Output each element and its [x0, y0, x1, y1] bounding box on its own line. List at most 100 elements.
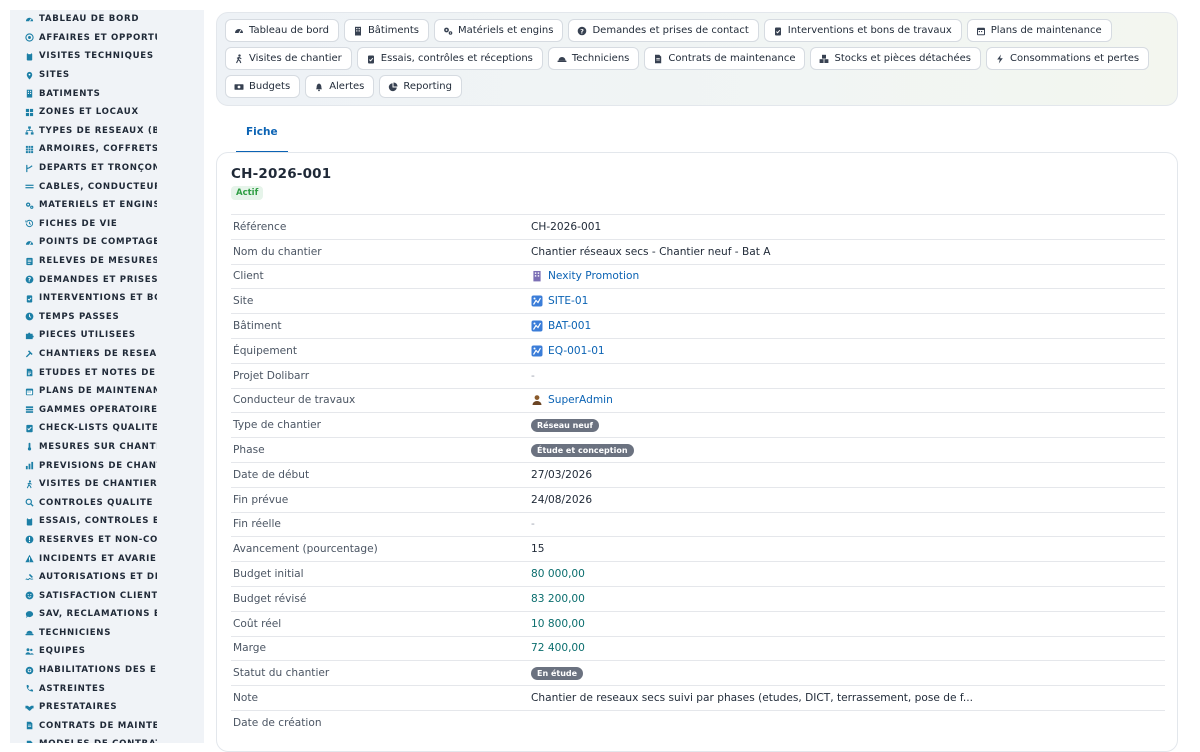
sidebar-item-label: ASTREINTES	[39, 683, 106, 694]
sidebar-item-label: ÉQUIPES	[39, 646, 86, 657]
field-value-cell: -	[531, 518, 1165, 530]
sidebar-item-visites-de-chantier[interactable]: VISITES DE CHANTIER	[10, 475, 204, 494]
hardhat-icon	[24, 628, 34, 638]
sidebar-item-chantiers-de-r-seaux-secs[interactable]: CHANTIERS DE RÉSEAUX SECS	[10, 345, 204, 364]
sidebar-item-pi-ces-utilis-es[interactable]: PIÈCES UTILISÉES	[10, 326, 204, 345]
object-icon	[531, 345, 543, 357]
nav-button-alertes[interactable]: Alertes	[305, 75, 375, 98]
sidebar-item-label: SATISFACTION CLIENT	[39, 590, 157, 601]
nav-button-consommations-et-pertes[interactable]: Consommations et pertes	[986, 47, 1150, 70]
nav-button-demandes-et-prises-de-contact[interactable]: ? Demandes et prises de contact	[568, 19, 759, 42]
sidebar-item-label: TABLEAU DE BORD	[39, 14, 140, 25]
field-value-cell: 24/08/2026	[531, 494, 1165, 506]
sidebar-item-label: INTERVENTIONS ET BONS DE TRAVAUX	[39, 293, 157, 304]
field-label: Budget révisé	[233, 592, 307, 605]
sidebar-item-gammes-op-ratoires[interactable]: GAMMES OPÉRATOIRES	[10, 400, 204, 419]
nav-button-label: Alertes	[329, 81, 365, 92]
sidebar-item-label: POINTS DE COMPTAGE ET MESURE	[39, 237, 157, 248]
field-label: Avancement (pourcentage)	[233, 543, 378, 556]
nav-button-tableau-de-bord[interactable]: Tableau de bord	[225, 19, 339, 42]
nav-button-contrats-de-maintenance[interactable]: Contrats de maintenance	[644, 47, 806, 70]
nav-button-visites-de-chantier[interactable]: Visites de chantier	[225, 47, 352, 70]
field-link[interactable]: SuperAdmin	[548, 394, 613, 406]
sidebar-item-label: HABILITATIONS DES ÉQUIPES	[39, 665, 157, 676]
nav-button-plans-de-maintenance[interactable]: Plans de maintenance	[966, 19, 1112, 42]
nav-button-essais-contr-les-et-r-ceptions[interactable]: Essais, contrôles et réceptions	[356, 47, 543, 70]
sidebar-item-fiches-de-vie[interactable]: FICHES DE VIE	[10, 215, 204, 234]
sidebar-item-check-lists-qualit[interactable]: CHECK-LISTS QUALITÉ	[10, 419, 204, 438]
sidebar-item-d-parts-et-tron-ons[interactable]: DÉPARTS ET TRONÇONS	[10, 159, 204, 178]
field-row: Bâtiment BAT-001	[231, 313, 1165, 338]
field-value-cell: -	[531, 370, 1165, 382]
field-link[interactable]: SITE-01	[548, 295, 588, 307]
nav-button-reporting[interactable]: Reporting	[379, 75, 462, 98]
question-icon: ?	[24, 275, 34, 285]
sidebar-item-tableau-de-bord[interactable]: TABLEAU DE BORD	[10, 10, 204, 29]
sidebar-item-plans-de-maintenance[interactable]: PLANS DE MAINTENANCE	[10, 382, 204, 401]
sidebar-item-incidents-et-avaries[interactable]: INCIDENTS ET AVARIES	[10, 549, 204, 568]
sidebar-item-contrats-de-maintenance[interactable]: CONTRATS DE MAINTENANCE	[10, 717, 204, 736]
history-icon	[24, 219, 34, 229]
sidebar-item-label: VISITES DE CHANTIER	[39, 479, 157, 490]
tab-fiche[interactable]: Fiche	[236, 118, 288, 153]
sidebar-item-affaires-et-opportunit-s[interactable]: AFFAIRES ET OPPORTUNITÉS	[10, 29, 204, 48]
sidebar-item-habilitations-des-quipes[interactable]: HABILITATIONS DES ÉQUIPES	[10, 661, 204, 680]
field-link[interactable]: BAT-001	[548, 320, 591, 332]
warning-icon	[24, 554, 34, 564]
sidebar-item-techniciens[interactable]: TECHNICIENS	[10, 624, 204, 643]
sidebar-item-zones-et-locaux[interactable]: ZONES ET LOCAUX	[10, 103, 204, 122]
field-label: Référence	[233, 220, 287, 233]
field-value-cell: 15	[531, 543, 1165, 555]
field-label: Fin prévue	[233, 493, 289, 506]
sidebar-item-label: GAMMES OPÉRATOIRES	[39, 404, 157, 415]
sidebar-item-label: SITES	[39, 70, 70, 81]
smile-icon	[24, 591, 34, 601]
sidebar-item-mod-les-de-contrats[interactable]: MODÈLES DE CONTRATS	[10, 735, 204, 743]
sidebar-item-prestataires[interactable]: PRESTATAIRES	[10, 698, 204, 717]
sidebar-item-types-de-r-seaux-bt-hta[interactable]: TYPES DE RÉSEAUX (BT / HTA)	[10, 122, 204, 141]
nav-button-interventions-et-bons-de-travaux[interactable]: Interventions et bons de travaux	[763, 19, 962, 42]
field-link[interactable]: Nexity Promotion	[548, 270, 639, 282]
sidebar-item-mesures-sur-chantier[interactable]: MESURES SUR CHANTIER	[10, 438, 204, 457]
sidebar-item-b-timents[interactable]: BÂTIMENTS	[10, 84, 204, 103]
sidebar-item-c-bles-conducteurs[interactable]: CÂBLES, CONDUCTEURS	[10, 177, 204, 196]
nav-button-label: Tableau de bord	[249, 25, 329, 36]
sidebar-item-armoires-coffrets-et-tableaux[interactable]: ARMOIRES, COFFRETS ET TABLEAUX	[10, 140, 204, 159]
nav-button-techniciens[interactable]: Techniciens	[547, 47, 640, 70]
field-link[interactable]: EQ-001-01	[548, 345, 605, 357]
sidebar-item-satisfaction-client[interactable]: SATISFACTION CLIENT	[10, 586, 204, 605]
list-icon	[24, 256, 34, 266]
sidebar-item-sites[interactable]: SITES	[10, 66, 204, 85]
sidebar-item-sav-r-clamations-et-garanties[interactable]: SAV, RÉCLAMATIONS ET GARANTIES	[10, 605, 204, 624]
top-navigation: Tableau de bord Bâtiments Matériels et eng…	[216, 12, 1178, 106]
sidebar-item-pr-visions-de-chantier[interactable]: PRÉVISIONS DE CHANTIER	[10, 456, 204, 475]
sidebar-item-r-serves-et-non-conformit-s[interactable]: RÉSERVES ET NON-CONFORMITÉS	[10, 531, 204, 550]
sidebar-item-points-de-comptage-et-mesure[interactable]: POINTS DE COMPTAGE ET MESURE	[10, 233, 204, 252]
nav-button-b-timents[interactable]: Bâtiments	[343, 19, 429, 42]
sidebar-item-contr-les-qualit[interactable]: CONTRÔLES QUALITÉ	[10, 493, 204, 512]
sidebar-item-label: ZONES ET LOCAUX	[39, 107, 139, 118]
sidebar-item-essais-contr-les-et-r-ceptions[interactable]: ESSAIS, CONTRÔLES ET RÉCEPTIONS	[10, 512, 204, 531]
sidebar-item-relev-s-de-mesures[interactable]: RELEVÉS DE MESURES	[10, 252, 204, 271]
nav-button-mat-riels-et-engins[interactable]: Matériels et engins	[434, 19, 564, 42]
sidebar-item-autorisations-et-dict[interactable]: AUTORISATIONS ET DICT	[10, 568, 204, 587]
sidebar-item-temps-pass-s[interactable]: TEMPS PASSÉS	[10, 308, 204, 327]
building-icon	[353, 26, 363, 36]
sidebar-item-mat-riels-et-engins[interactable]: MATÉRIELS ET ENGINS	[10, 196, 204, 215]
sidebar-item-label: ÉTUDES ET NOTES DE CALCUL	[39, 367, 157, 378]
sidebar-item-astreintes[interactable]: ASTREINTES	[10, 679, 204, 698]
sidebar-item-label: RÉSERVES ET NON-CONFORMITÉS	[39, 534, 157, 545]
sidebar-item-tudes-et-notes-de-calcul[interactable]: ÉTUDES ET NOTES DE CALCUL	[10, 363, 204, 382]
field-value-cell: Nexity Promotion	[531, 270, 1165, 282]
nav-button-stocks-et-pi-ces-d-tach-es[interactable]: Stocks et pièces détachées	[810, 47, 982, 70]
field-row: Client Nexity Promotion	[231, 263, 1165, 289]
field-amount: 10 800,00	[531, 617, 585, 630]
sidebar-item-label: TEMPS PASSÉS	[39, 311, 120, 322]
nav-button-budgets[interactable]: Budgets	[225, 75, 301, 98]
sidebar-item-quipes[interactable]: ÉQUIPES	[10, 642, 204, 661]
object-icon	[531, 295, 543, 307]
sidebar-item-demandes-et-prises-de-contact[interactable]: ? DEMANDES ET PRISES DE CONTACT	[10, 270, 204, 289]
sidebar-item-visites-techniques-et-audits[interactable]: VISITES TECHNIQUES ET AUDITS	[10, 47, 204, 66]
sidebar-item-interventions-et-bons-de-travaux[interactable]: INTERVENTIONS ET BONS DE TRAVAUX	[10, 289, 204, 308]
nav-button-label: Contrats de maintenance	[668, 53, 796, 64]
